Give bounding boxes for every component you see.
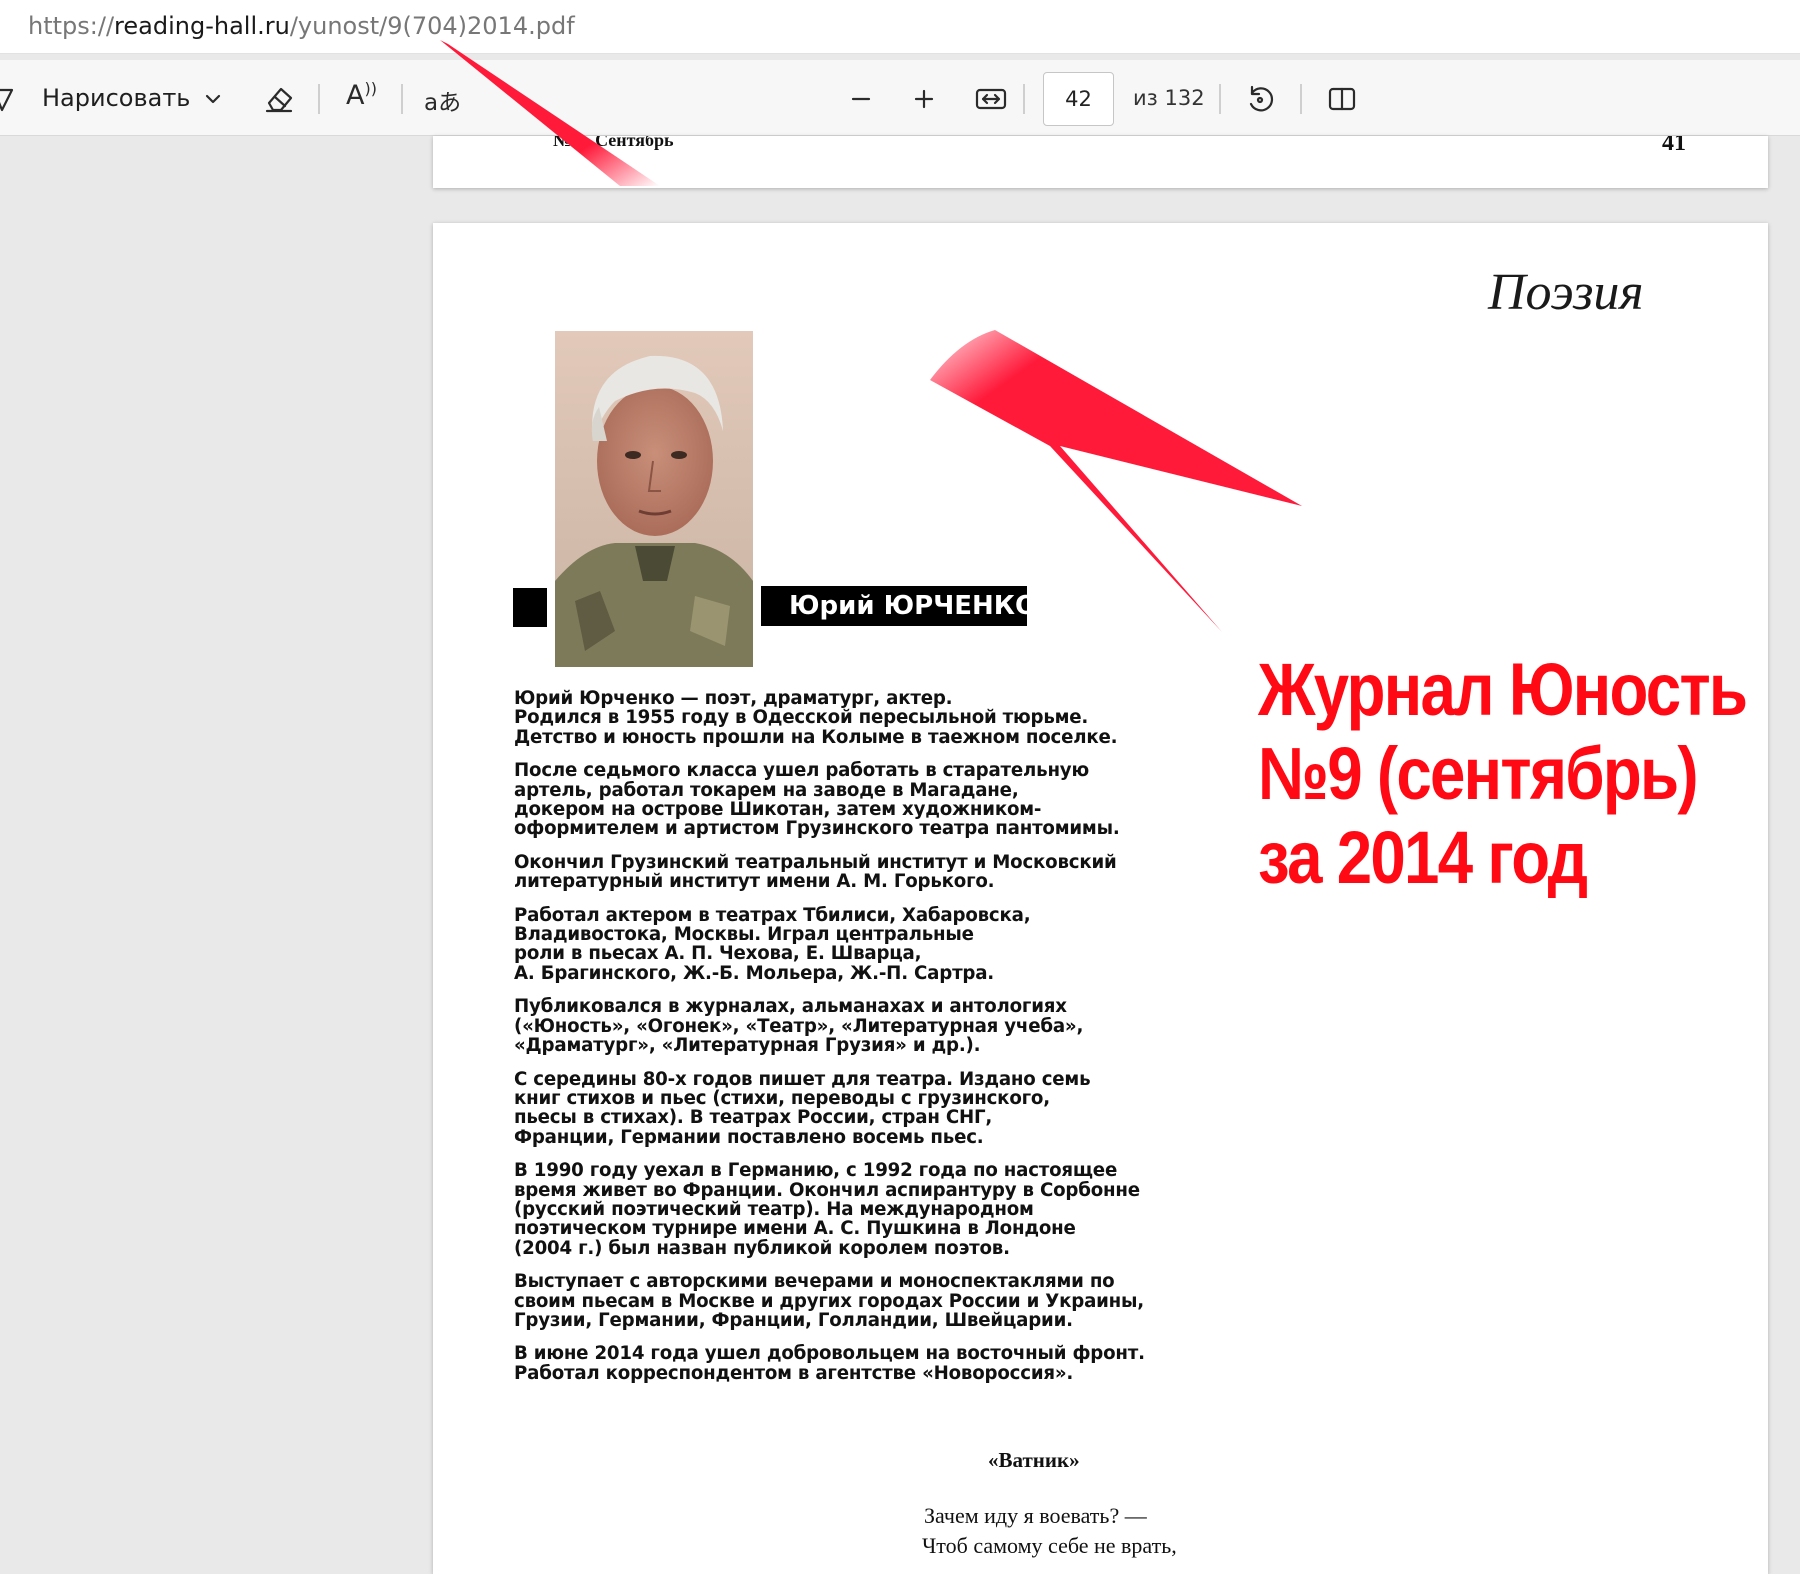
bio-paragraph: Юрий Юрченко — поэт, драматург, актер. Р…: [514, 688, 1118, 748]
toolbar-divider: [1300, 84, 1302, 114]
url-text[interactable]: https://reading-hall.ru/yunost/9(704)201…: [28, 12, 575, 40]
page-total-label: из 132: [1133, 86, 1205, 110]
running-header: №9 · Сентябрь: [553, 136, 674, 150]
pdf-toolbar: Нарисовать A)) aあ 42 из 132: [0, 60, 1800, 136]
author-photo: [555, 331, 753, 667]
bio-paragraph: Работал актером в театрах Тбилиси, Хабар…: [514, 904, 1031, 984]
zoom-in-icon[interactable]: [909, 84, 939, 114]
rotate-icon[interactable]: [1243, 82, 1277, 116]
toolbar-divider: [318, 84, 320, 114]
page-number-input[interactable]: 42: [1043, 72, 1114, 126]
translate-button[interactable]: aあ: [424, 83, 461, 117]
bio-paragraph: С середины 80-х годов пишет для театра. …: [514, 1068, 1091, 1148]
author-biography: Юрий Юрченко — поэт, драматург, актер. Р…: [514, 689, 1174, 1397]
eraser-icon[interactable]: [262, 82, 296, 116]
address-bar[interactable]: https://reading-hall.ru/yunost/9(704)201…: [0, 0, 1800, 54]
toolbar-divider: [1023, 84, 1025, 114]
draw-button-label[interactable]: Нарисовать: [42, 84, 190, 112]
bio-paragraph: Выступает с авторскими вечерами и моносп…: [514, 1271, 1145, 1331]
page-view-icon[interactable]: [1325, 82, 1359, 116]
url-prefix: https://: [28, 12, 115, 40]
overlay-caption: Журнал Юность №9 (сентябрь) за 2014 год: [1258, 648, 1748, 900]
chevron-down-icon[interactable]: [200, 86, 226, 112]
previous-pdf-page: №9 · Сентябрь 41: [433, 136, 1768, 188]
bio-paragraph: В 1990 году уехал в Германию, с 1992 год…: [514, 1160, 1140, 1259]
bio-paragraph: После седьмого класса ушел работать в ст…: [514, 760, 1120, 840]
url-path: /yunost/9(704)2014.pdf: [289, 12, 575, 40]
toolbar-divider: [401, 84, 403, 114]
poem-title: «Ватник»: [988, 1448, 1080, 1472]
author-name-bar: Юрий ЮРЧЕНКО: [761, 586, 1037, 626]
read-aloud-button[interactable]: A)): [346, 79, 377, 111]
url-host: reading-hall.ru: [114, 12, 290, 40]
page-number: 41: [1662, 136, 1686, 156]
fit-width-icon[interactable]: [974, 84, 1008, 114]
poem-line: Чтоб самому себе не врать,: [922, 1533, 1177, 1558]
caption-line: №9 (сентябрь): [1258, 732, 1699, 815]
bio-paragraph: Окончил Грузинский театральный институт …: [514, 851, 1117, 893]
section-title: Поэзия: [1488, 264, 1644, 321]
draw-icon[interactable]: [0, 84, 20, 114]
poem-line: Зачем иду я воевать? —: [924, 1503, 1147, 1528]
caption-line: Журнал Юность: [1258, 648, 1748, 731]
caption-line: за 2014 год: [1258, 816, 1588, 899]
zoom-out-icon[interactable]: [846, 84, 876, 114]
bio-paragraph: Публиковался в журналах, альманахах и ан…: [514, 996, 1084, 1057]
read-aloud-icon: A: [346, 80, 365, 111]
decorative-square: [513, 588, 547, 627]
bio-paragraph: В июне 2014 года ушел добровольцем на во…: [514, 1343, 1145, 1384]
toolbar-divider: [1219, 84, 1221, 114]
